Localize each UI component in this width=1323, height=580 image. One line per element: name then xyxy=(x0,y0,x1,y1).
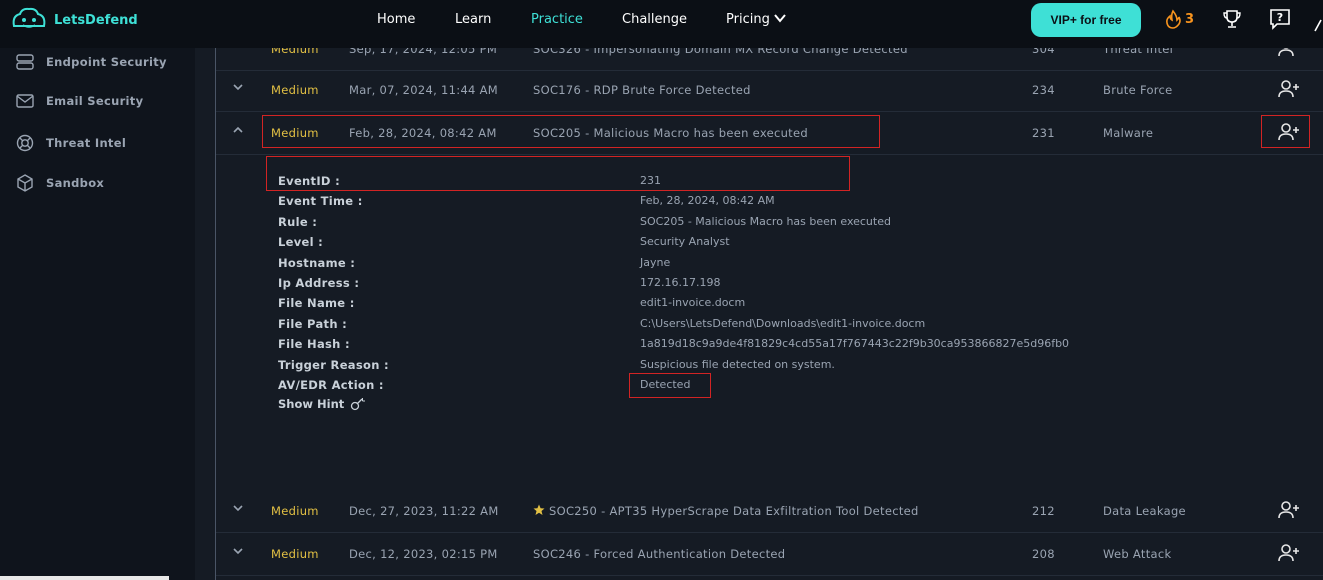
cube-icon xyxy=(17,174,33,192)
sidebar-item-endpoint-security[interactable]: Endpoint Security xyxy=(16,54,167,70)
alert-date: Dec, 27, 2023, 11:22 AM xyxy=(349,504,499,518)
nav-home[interactable]: Home xyxy=(377,12,415,27)
sidebar-item-label: Sandbox xyxy=(46,176,105,190)
nav-challenge[interactable]: Challenge xyxy=(622,12,687,27)
sidebar-item-label: Endpoint Security xyxy=(46,55,167,69)
event-id: 234 xyxy=(1032,83,1055,97)
table-row[interactable]: Medium Dec, 27, 2023, 11:22 AM SOC250 - … xyxy=(216,490,1323,533)
detail-label: File Name : xyxy=(278,296,355,310)
severity-badge: Medium xyxy=(271,547,319,561)
sidebar-item-sandbox[interactable]: Sandbox xyxy=(16,174,104,192)
detail-label: Trigger Reason : xyxy=(278,358,389,372)
chevron-down-icon[interactable] xyxy=(232,545,244,557)
assign-user-icon[interactable] xyxy=(1278,48,1300,58)
detail-value: 1a819d18c9a9de4f81829c4cd55a17f767443c22… xyxy=(640,337,1070,350)
highlight-box-row xyxy=(262,115,880,148)
svg-text:?: ? xyxy=(1277,11,1283,24)
streak-counter[interactable]: 3 xyxy=(1163,9,1194,29)
detail-value: SOC205 - Malicious Macro has been execut… xyxy=(640,215,891,228)
detail-label: Ip Address : xyxy=(278,276,360,290)
brand-logo[interactable]: LetsDefend xyxy=(10,6,138,34)
alert-rule: SOC250 - APT35 HyperScrape Data Exfiltra… xyxy=(549,504,919,518)
chevron-down-icon[interactable] xyxy=(232,81,244,93)
detail-label: Level : xyxy=(278,235,324,249)
event-id: 304 xyxy=(1032,48,1055,56)
event-id: 212 xyxy=(1032,504,1055,518)
highlight-box-av-action xyxy=(629,373,711,398)
vip-button[interactable]: VIP+ for free xyxy=(1031,3,1141,37)
detail-value: 172.16.17.198 xyxy=(640,276,721,289)
chevron-down-icon xyxy=(774,14,786,23)
key-icon xyxy=(351,398,366,411)
detail-label: File Path : xyxy=(278,317,348,331)
alert-detail-panel: EventID : 231 Event Time : Feb, 28, 2024… xyxy=(216,153,1323,488)
trophy-icon[interactable] xyxy=(1222,8,1242,30)
highlight-box-eventid xyxy=(266,156,850,191)
chevron-down-icon[interactable] xyxy=(232,502,244,514)
alert-date: Mar, 07, 2024, 11:44 AM xyxy=(349,83,499,97)
detail-label: Event Time : xyxy=(278,194,363,208)
sidebar-item-email-security[interactable]: Email Security xyxy=(16,94,143,108)
alert-type: Data Leakage xyxy=(1103,504,1186,518)
nav-learn[interactable]: Learn xyxy=(455,12,491,27)
table-row[interactable]: Medium Dec, 12, 2023, 02:15 PM SOC246 - … xyxy=(216,533,1323,576)
alert-rule-with-star: SOC250 - APT35 HyperScrape Data Exfiltra… xyxy=(533,504,919,518)
detail-value: C:\Users\LetsDefend\Downloads\edit1-invo… xyxy=(640,317,926,330)
detail-label: AV/EDR Action : xyxy=(278,378,384,392)
fire-icon xyxy=(1166,9,1181,29)
table-row[interactable]: Medium Sep, 17, 2024, 12:05 PM SOC326 - … xyxy=(216,48,1323,71)
alert-rule: SOC176 - RDP Brute Force Detected xyxy=(533,83,751,97)
table-row[interactable]: Medium Mar, 07, 2024, 11:44 AM SOC176 - … xyxy=(216,69,1323,112)
severity-badge: Medium xyxy=(271,504,319,518)
help-icon[interactable]: ? xyxy=(1269,8,1291,30)
sidebar-item-label: Threat Intel xyxy=(46,136,127,150)
logo-icon xyxy=(12,7,46,28)
event-id: 208 xyxy=(1032,547,1055,561)
star-icon xyxy=(533,504,545,515)
detail-value: Security Analyst xyxy=(640,235,730,248)
alerts-table: Medium Sep, 17, 2024, 12:05 PM SOC326 - … xyxy=(215,48,1323,580)
show-hint-link[interactable]: Show Hint xyxy=(278,397,366,411)
event-id: 231 xyxy=(1032,126,1055,140)
add-user-icon[interactable] xyxy=(1278,500,1300,520)
brand-name: LetsDefend xyxy=(54,12,138,28)
alert-date: Sep, 17, 2024, 12:05 PM xyxy=(349,48,498,56)
severity-badge: Medium xyxy=(271,83,319,97)
detail-label: File Hash : xyxy=(278,337,350,351)
alert-type: Web Attack xyxy=(1103,547,1172,561)
sidebar-bottom-bar xyxy=(0,576,169,580)
sidebar-item-label: Email Security xyxy=(46,94,144,108)
detail-label: Rule : xyxy=(278,215,318,229)
show-hint-label: Show Hint xyxy=(278,397,345,411)
detail-value: Suspicious file detected on system. xyxy=(640,358,835,371)
add-user-icon[interactable] xyxy=(1278,79,1300,99)
detail-value: 231 xyxy=(640,174,661,187)
nav-practice[interactable]: Practice xyxy=(531,12,583,27)
highlight-box-assign xyxy=(1261,115,1310,148)
top-navbar: LetsDefend Home Learn Practice Challenge… xyxy=(0,0,1323,48)
detail-label: EventID : xyxy=(278,174,340,188)
alert-type: Brute Force xyxy=(1103,83,1173,97)
alert-rule: SOC326 - Impersonating Domain MX Record … xyxy=(533,48,908,56)
severity-badge: Medium xyxy=(271,48,319,56)
chevron-up-icon[interactable] xyxy=(232,124,244,136)
menu-edge-icon[interactable] xyxy=(1313,18,1323,32)
alert-type: Malware xyxy=(1103,126,1154,140)
streak-count: 3 xyxy=(1185,11,1195,27)
alert-date: Dec, 12, 2023, 02:15 PM xyxy=(349,547,498,561)
nav-pricing[interactable]: Pricing xyxy=(726,12,786,27)
detail-label: Hostname : xyxy=(278,256,356,270)
alert-rule: SOC246 - Forced Authentication Detected xyxy=(533,547,786,561)
detail-value: Feb, 28, 2024, 08:42 AM xyxy=(640,194,775,207)
server-icon xyxy=(16,54,34,70)
nav-pricing-label: Pricing xyxy=(726,12,770,27)
detail-value: Jayne xyxy=(640,256,671,269)
sidebar: Endpoint Security Email Security Threat … xyxy=(0,48,195,580)
sidebar-item-threat-intel[interactable]: Threat Intel xyxy=(16,134,126,152)
lifebuoy-icon xyxy=(16,134,34,152)
add-user-icon[interactable] xyxy=(1278,543,1300,563)
alert-type: Threat Intel xyxy=(1103,48,1174,56)
mail-icon xyxy=(16,94,34,108)
detail-value: edit1-invoice.docm xyxy=(640,296,746,309)
